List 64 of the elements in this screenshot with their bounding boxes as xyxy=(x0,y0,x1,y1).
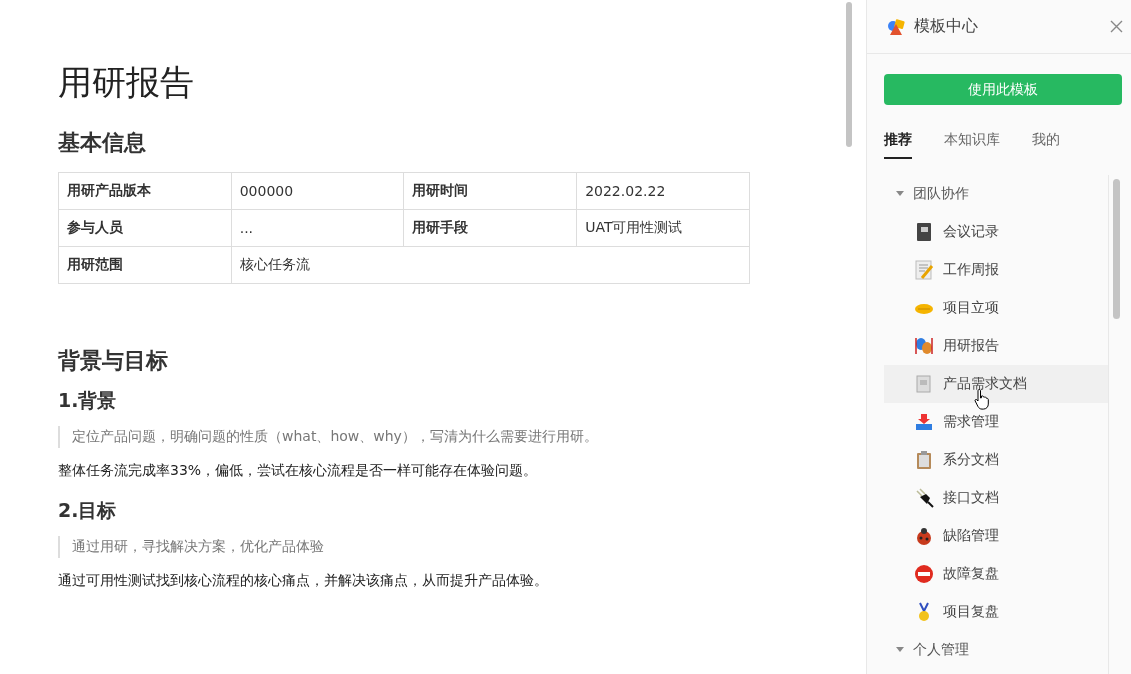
ladybug-icon xyxy=(914,526,934,546)
section-heading: 基本信息 xyxy=(58,129,147,157)
logo-icon xyxy=(887,17,905,36)
item-label: 需求管理 xyxy=(943,413,999,431)
table-cell: 2022.02.22 xyxy=(576,172,750,210)
table-cell: 用研手段 xyxy=(403,209,577,247)
section-heading: 背景与目标 xyxy=(58,347,169,375)
table-cell: ... xyxy=(231,209,404,247)
item-label: 项目立项 xyxy=(943,299,999,317)
template-item[interactable]: 项目立项 xyxy=(884,289,1108,327)
table-cell: 核心任务流 xyxy=(231,246,750,284)
item-label: 故障复盘 xyxy=(943,565,999,583)
tree-group[interactable]: 个人管理 xyxy=(884,631,1108,669)
item-label: 会议记录 xyxy=(943,223,999,241)
item-label: 缺陷管理 xyxy=(943,527,999,545)
table-cell: 000000 xyxy=(231,172,404,210)
plug-icon xyxy=(914,488,934,508)
tab[interactable]: 推荐 xyxy=(884,131,912,159)
item-label: 用研报告 xyxy=(943,337,999,355)
table-cell: 用研产品版本 xyxy=(58,172,232,210)
no-entry-icon xyxy=(914,564,934,584)
panel-title: 模板中心 xyxy=(914,16,979,37)
template-item[interactable]: 工作周报 xyxy=(884,251,1108,289)
quote-block: 通过用研，寻找解决方案，优化产品体验 xyxy=(58,536,800,558)
inbox-tray-icon xyxy=(914,412,934,432)
table-cell: 用研时间 xyxy=(403,172,577,210)
table-cell: 参与人员 xyxy=(58,209,232,247)
item-label: 系分文档 xyxy=(943,451,999,469)
item-label: 产品需求文档 xyxy=(943,375,1027,393)
document-title: 用研报告 xyxy=(58,61,195,104)
template-item[interactable]: 会议记录 xyxy=(884,213,1108,251)
template-item[interactable]: 需求管理 xyxy=(884,403,1108,441)
document-icon xyxy=(914,374,934,394)
tab[interactable]: 我的 xyxy=(1032,131,1060,159)
table-cell: 用研范围 xyxy=(58,246,232,284)
template-item[interactable]: 产品需求文档 xyxy=(884,365,1108,403)
tab[interactable]: 本知识库 xyxy=(944,131,1000,159)
quote-block: 定位产品问题，明确问题的性质（what、how、why），写清为什么需要进行用研。 xyxy=(58,426,800,448)
group-label: 团队协作 xyxy=(913,185,969,203)
item-label: 项目复盘 xyxy=(943,603,999,621)
template-item[interactable]: 缺陷管理 xyxy=(884,517,1108,555)
notepad-pencil-icon xyxy=(914,260,934,280)
subsection-heading: 2.目标 xyxy=(58,498,118,523)
scrollbar-thumb[interactable] xyxy=(846,2,852,147)
body-text: 通过可用性测试找到核心流程的核心痛点，并解决该痛点，从而提升产品体验。 xyxy=(58,572,549,590)
template-item[interactable]: 故障复盘 xyxy=(884,555,1108,593)
caret-icon xyxy=(896,647,904,653)
template-item[interactable]: 用研报告 xyxy=(884,327,1108,365)
item-label: 工作周报 xyxy=(943,261,999,279)
table-cell: UAT可用性测试 xyxy=(576,209,750,247)
close-icon[interactable] xyxy=(1110,20,1123,33)
subsection-heading: 1.背景 xyxy=(58,388,118,413)
template-item[interactable]: 系分文档 xyxy=(884,441,1108,479)
group-label: 个人管理 xyxy=(913,641,969,659)
scrollbar-thumb[interactable] xyxy=(1113,179,1120,319)
caret-icon xyxy=(896,191,904,197)
body-text: 整体任务流完成率33%，偏低，尝试在核心流程是否一样可能存在体验问题。 xyxy=(58,462,539,480)
notebook-icon xyxy=(914,222,934,242)
tree-group[interactable]: 团队协作 xyxy=(884,175,1108,213)
template-item[interactable]: 接口文档 xyxy=(884,479,1108,517)
clipboard-icon xyxy=(914,450,934,470)
hand-cursor-icon xyxy=(974,388,990,410)
template-item[interactable]: 项目复盘 xyxy=(884,593,1108,631)
item-label: 接口文档 xyxy=(943,489,999,507)
